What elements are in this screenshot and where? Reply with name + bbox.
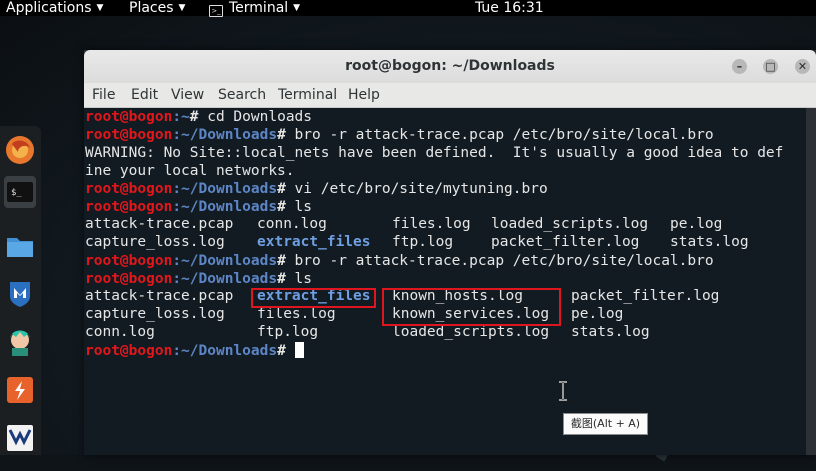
prompt-char: #	[277, 181, 286, 197]
close-button[interactable]: ✕	[795, 59, 810, 74]
menu-search[interactable]: Search	[218, 87, 266, 103]
directory-entry: extract_files	[257, 234, 371, 250]
terminal-icon: >_	[209, 5, 223, 17]
svg-text:$_: $_	[11, 188, 22, 198]
command-text: vi /etc/bro/site/mytuning.bro	[285, 181, 548, 197]
prompt-path: :~/Downloads	[172, 253, 278, 269]
window-title: root@bogon: ~/Downloads	[345, 58, 555, 74]
highlight-box	[382, 288, 561, 326]
window-titlebar[interactable]: root@bogon: ~/Downloads – □ ✕	[84, 50, 816, 83]
file-entry: files.log	[257, 306, 336, 322]
file-entry: stats.log	[571, 324, 650, 340]
screenshot-tooltip: 截图(Alt + A)	[563, 413, 648, 435]
file-entry: ftp.log	[257, 324, 319, 340]
prompt-char: #	[189, 109, 199, 125]
prompt-path: :~/Downloads	[172, 199, 278, 215]
warning-line: WARNING: No Site::local_nets have been d…	[85, 145, 784, 161]
file-entry: ftp.log	[392, 234, 454, 250]
command-text: ls	[285, 271, 313, 287]
menu-edit[interactable]: Edit	[131, 87, 158, 103]
terminal-icon[interactable]: $_	[4, 176, 36, 208]
terminal-line: root@bogon:~/Downloads# vi /etc/bro/site…	[85, 180, 548, 198]
file-entry: attack-trace.pcap	[85, 288, 234, 304]
prompt-user: root@bogon	[85, 343, 173, 359]
terminal-app-menu[interactable]: >_ Terminal ▼	[209, 0, 300, 18]
command-text: ls	[285, 199, 313, 215]
command-text: bro -r attack-trace.pcap /etc/bro/site/l…	[285, 253, 714, 269]
prompt-user: root@bogon	[85, 199, 173, 215]
file-entry: loaded_scripts.log	[392, 324, 550, 340]
terminal-line: root@bogon:~/Downloads# bro -r attack-tr…	[85, 252, 714, 270]
menu-help[interactable]: Help	[348, 87, 380, 103]
prompt-path: :~/Downloads	[172, 343, 278, 359]
places-label: Places	[129, 0, 174, 16]
maximize-button[interactable]: □	[763, 59, 778, 74]
terminal-line: root@bogon:~# cd Downloads	[85, 108, 312, 126]
file-entry: capture_loss.log	[85, 306, 225, 322]
chevron-down-icon: ▼	[96, 3, 104, 13]
chevron-down-icon: ▼	[293, 3, 301, 13]
prompt-char: #	[277, 199, 286, 215]
app-icon[interactable]	[4, 422, 36, 454]
burpsuite-icon[interactable]	[4, 374, 36, 406]
prompt-user: root@bogon	[85, 271, 173, 287]
ibeam-cursor-icon	[559, 381, 567, 401]
places-menu[interactable]: Places ▼	[129, 0, 185, 18]
applications-menu[interactable]: Applications ▼	[6, 0, 103, 18]
file-entry: packet_filter.log	[491, 234, 640, 250]
file-entry: conn.log	[257, 216, 327, 232]
terminal-line: root@bogon:~/Downloads# ls	[85, 198, 312, 216]
file-entry: conn.log	[85, 324, 155, 340]
prompt-char: #	[277, 253, 286, 269]
prompt-char: #	[277, 343, 286, 359]
prompt-path: :~/Downloads	[172, 127, 278, 143]
top-panel: Applications ▼ Places ▼ >_ Terminal ▼ Tue 16…	[0, 0, 816, 18]
text-cursor	[294, 342, 304, 358]
firefox-icon[interactable]	[4, 134, 36, 166]
prompt-char: #	[277, 271, 286, 287]
menu-terminal[interactable]: Terminal	[278, 87, 337, 103]
file-entry: capture_loss.log	[85, 234, 225, 250]
prompt-user: root@bogon	[85, 109, 173, 125]
file-entry: files.log	[392, 216, 471, 232]
prompt-path: :~	[172, 109, 190, 125]
command-text: bro -r attack-trace.pcap /etc/bro/site/l…	[285, 127, 714, 143]
file-entry: packet_filter.log	[571, 288, 720, 304]
highlight-box	[251, 288, 376, 308]
prompt-user: root@bogon	[85, 127, 173, 143]
terminal-line: root@bogon:~/Downloads# bro -r attack-tr…	[85, 126, 714, 144]
terminal-output[interactable]: root@bogon:~# cd Downloads root@bogon:~/…	[84, 108, 806, 455]
prompt-user: root@bogon	[85, 253, 173, 269]
terminal-line: root@bogon:~/Downloads#	[85, 342, 304, 360]
menubar: File Edit View Search Terminal Help	[84, 83, 816, 108]
prompt-path: :~/Downloads	[172, 271, 278, 287]
file-entry: loaded_scripts.log	[491, 216, 649, 232]
chevron-down-icon: ▼	[178, 3, 186, 13]
prompt-path: :~/Downloads	[172, 181, 278, 197]
clock[interactable]: Tue 16:31	[475, 0, 544, 16]
file-entry: pe.log	[670, 216, 723, 232]
terminal-app-label: Terminal	[229, 0, 289, 16]
dock: $_	[0, 126, 41, 455]
prompt-user: root@bogon	[85, 181, 173, 197]
terminal-line: root@bogon:~/Downloads# ls	[85, 270, 312, 288]
terminal-window: root@bogon: ~/Downloads – □ ✕ File Edit …	[84, 50, 816, 455]
prompt-char: #	[277, 127, 286, 143]
menu-view[interactable]: View	[171, 87, 204, 103]
file-entry: attack-trace.pcap	[85, 216, 234, 232]
minimize-button[interactable]: –	[732, 59, 747, 74]
command-text: cd Downloads	[198, 109, 313, 125]
armitage-icon[interactable]	[4, 326, 36, 358]
files-icon[interactable]	[4, 230, 36, 262]
file-entry: stats.log	[670, 234, 749, 250]
warning-line: ine your local networks.	[85, 163, 295, 179]
scrollbar[interactable]	[806, 108, 816, 455]
menu-file[interactable]: File	[92, 87, 115, 103]
applications-label: Applications	[6, 0, 92, 16]
metasploit-icon[interactable]	[4, 278, 36, 310]
file-entry: pe.log	[571, 306, 624, 322]
